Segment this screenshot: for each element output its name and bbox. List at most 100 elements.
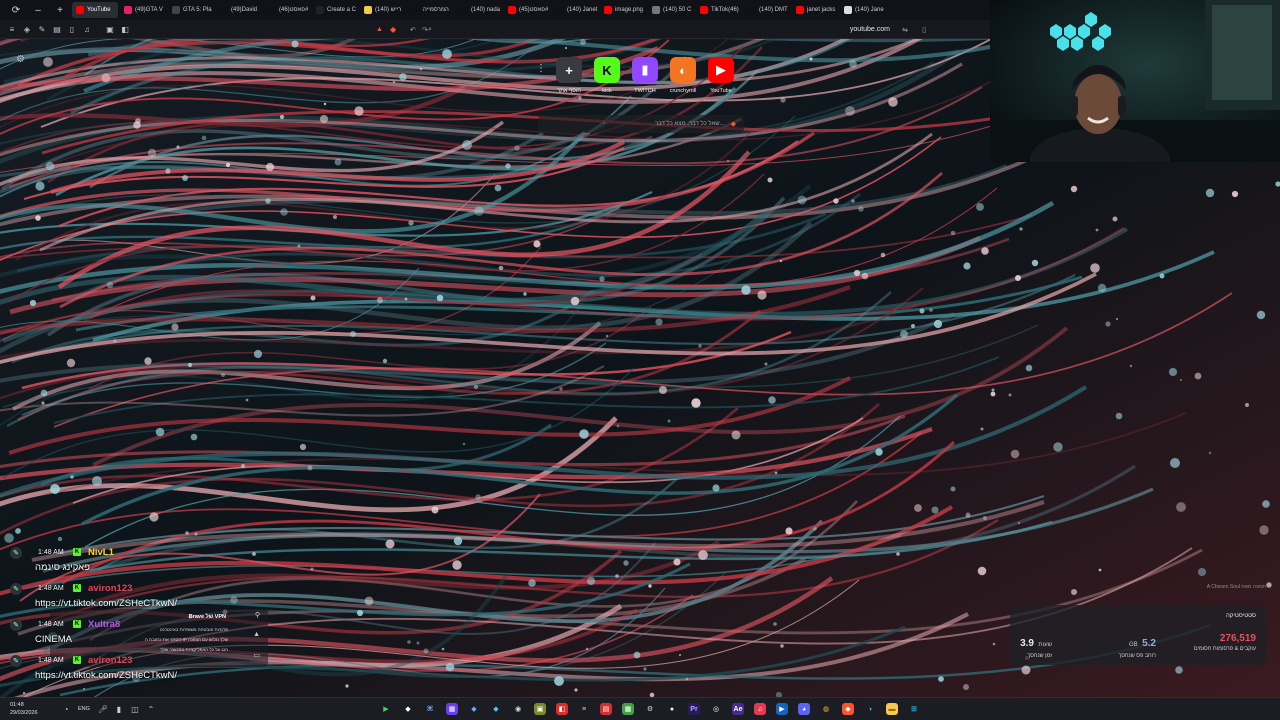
taskbar-folder-icon[interactable]: ▬ xyxy=(886,703,898,715)
taskbar-diamond2-icon[interactable]: ◆ xyxy=(490,703,502,715)
taskbar-edge-icon[interactable]: ◑ xyxy=(864,703,876,715)
wallpaper-glow-dot xyxy=(4,533,14,543)
wallpaper-glow-dot xyxy=(106,281,114,289)
shortcuts-menu-icon[interactable]: ⋮ xyxy=(536,63,546,74)
taskbar-windows-icon[interactable]: ⊞ xyxy=(908,703,920,715)
address-url[interactable]: youtube.com xyxy=(850,26,890,33)
tab-menu-icon[interactable]: ⟳ xyxy=(6,2,26,18)
bookmark-icon[interactable]: ▯ xyxy=(922,26,926,34)
chat-username: aviron123 xyxy=(88,655,133,666)
shortcut-twitch[interactable]: ▮ TWITCH xyxy=(630,57,660,101)
browser-tab[interactable]: (49)David xyxy=(216,2,262,18)
wallpaper-glow-dot xyxy=(423,648,429,654)
taskbar-circle-icon[interactable]: ◉ xyxy=(512,703,524,715)
shortcut-youtube[interactable]: ▶ YouTube xyxy=(706,57,736,101)
taskbar-code-icon[interactable]: ⌘ xyxy=(424,703,436,715)
taskbar-pdf-icon[interactable]: ▤ xyxy=(600,703,612,715)
browser-tab[interactable]: Create a C xyxy=(312,2,358,18)
browser-tab[interactable]: (140) DMT xyxy=(744,2,790,18)
taskbar-discord-icon[interactable]: ◕ xyxy=(798,703,810,715)
taskbar-grid-icon[interactable]: ▦ xyxy=(446,703,458,715)
stat-bandwidth: GB 5.2 רוחב פס שנחסך xyxy=(1118,633,1156,659)
notifications-icon[interactable]: ◔ xyxy=(60,703,72,715)
tray-expand-icon[interactable]: ⌃ xyxy=(145,703,157,715)
address-search-icon[interactable]: ⌕ xyxy=(428,26,432,34)
browser-tab[interactable]: המרסמייה xyxy=(408,2,454,18)
taskbar-red-app-icon[interactable]: ◧ xyxy=(556,703,568,715)
mic-icon[interactable]: 🎤︎ xyxy=(97,703,109,715)
taskbar-github-icon[interactable]: ● xyxy=(666,703,678,715)
back-icon[interactable]: ↶ xyxy=(410,26,416,34)
browser-tab[interactable]: GTA 5: Pla xyxy=(168,2,214,18)
translate-icon[interactable]: ⇋ xyxy=(902,26,908,34)
wallpaper-glow-dot xyxy=(1259,525,1269,535)
browser-tab[interactable]: YouTube xyxy=(72,2,118,18)
shortcut-plus[interactable]: + הוסף אתר xyxy=(554,57,584,101)
search-placeholder: שאל כל דבר, מצא כל דבר... xyxy=(654,121,725,127)
wallpaper-glow-dot xyxy=(586,576,596,586)
wallpaper-glow-dot xyxy=(980,427,984,431)
wallpaper-glow-dot xyxy=(265,198,271,204)
wallpaper-glow-dot xyxy=(41,401,45,405)
extensions-icon[interactable]: ◧ xyxy=(119,23,131,35)
settings-gear-icon[interactable]: ⚙ xyxy=(16,54,25,65)
browser-tab[interactable]: (140) רייש xyxy=(360,2,406,18)
menu-icon[interactable]: ≡ xyxy=(6,23,18,35)
taskbar-pin-icon[interactable]: ◆ xyxy=(402,703,414,715)
minimize-tabs-icon[interactable]: – xyxy=(28,2,48,18)
battery-icon[interactable]: ▮ xyxy=(113,703,125,715)
taskbar-box-icon[interactable]: ▣ xyxy=(534,703,546,715)
music-icon[interactable]: ♫ xyxy=(81,23,93,35)
wallpaper-glow-dot xyxy=(712,484,720,492)
taskbar-play-icon[interactable]: ▶ xyxy=(380,703,392,715)
wallpaper-glow-dot xyxy=(1245,403,1249,407)
screenshot-icon[interactable]: ▣ xyxy=(104,23,116,35)
wallpaper-glow-dot xyxy=(1021,665,1031,675)
browser-tab[interactable]: TikTok(46) xyxy=(696,2,742,18)
browser-tab[interactable]: (45)פאסט# xyxy=(504,2,550,18)
taskbar-music-icon[interactable]: ♫ xyxy=(754,703,766,715)
taskbar-settings-icon[interactable]: ⚙ xyxy=(644,703,656,715)
browser-tab[interactable]: (140) 50 C xyxy=(648,2,694,18)
browser-tab[interactable]: (140) nada xyxy=(456,2,502,18)
taskbar-diamond-icon[interactable]: ◆ xyxy=(468,703,480,715)
taskbar-obs-icon[interactable]: ◎ xyxy=(710,703,722,715)
reader-icon[interactable]: ▯ xyxy=(66,23,78,35)
browser-tab[interactable]: (140) Jane xyxy=(840,2,886,18)
wallpaper-glow-dot xyxy=(990,391,996,397)
wallpaper-credit[interactable]: A Chosen Soul תמונה מאת xyxy=(1207,584,1266,590)
tab-favicon-icon xyxy=(364,6,372,14)
taskbar-chrome-icon[interactable]: ◍ xyxy=(820,703,832,715)
chat-avatar-icon: ✎ xyxy=(10,547,22,559)
taskbar-clock[interactable]: 01:48 29/03/2026 xyxy=(10,701,38,717)
rewards-icon[interactable]: ▲ xyxy=(376,26,383,33)
search-box[interactable]: שאל כל דבר, מצא כל דבר... ◆ xyxy=(538,115,744,133)
network-icon[interactable]: ◫ xyxy=(129,703,141,715)
browser-tab[interactable]: image.png xyxy=(600,2,646,18)
taskbar-list-icon[interactable]: ≡ xyxy=(578,703,590,715)
tab-favicon-icon xyxy=(172,6,180,14)
wallpaper-glow-dot xyxy=(29,299,37,307)
taskbar-media-icon[interactable]: ▶ xyxy=(776,703,788,715)
browser-tab[interactable]: (49)GTA V xyxy=(120,2,166,18)
pen-icon[interactable]: ✎ xyxy=(36,23,48,35)
forward-icon[interactable]: ↷ xyxy=(422,26,428,34)
tab-label: (46)פאסט# xyxy=(279,7,309,13)
language-indicator[interactable]: ENG xyxy=(78,706,90,712)
taskbar-aftereffects-icon[interactable]: Ae xyxy=(732,703,744,715)
shortcut-kick[interactable]: Kkick xyxy=(592,57,622,101)
shield-icon[interactable]: ◈ xyxy=(21,23,33,35)
address-bar[interactable]: ▲ ◆ ↶ ↷ ⌕ youtube.com ⇋ ▯ xyxy=(372,23,932,36)
browser-tab[interactable]: (46)פאסט# xyxy=(264,2,310,18)
taskbar-premiere-icon[interactable]: Pr xyxy=(688,703,700,715)
brave-shield-icon[interactable]: ◆ xyxy=(390,25,396,34)
taskbar-brave-icon[interactable]: ◆ xyxy=(842,703,854,715)
browser-tab[interactable]: janet jacks xyxy=(792,2,838,18)
wallpaper-glow-dot xyxy=(494,184,502,192)
browser-tab[interactable]: (140) Janet xyxy=(552,2,598,18)
shortcut-crunchyroll[interactable]: ◐ crunchyroll xyxy=(668,57,698,101)
sidebar-icon[interactable]: ▤ xyxy=(51,23,63,35)
taskbar-apps-icon[interactable]: ▦ xyxy=(622,703,634,715)
new-tab-icon[interactable]: + xyxy=(50,2,70,18)
wallpaper-glow-dot xyxy=(445,662,455,672)
